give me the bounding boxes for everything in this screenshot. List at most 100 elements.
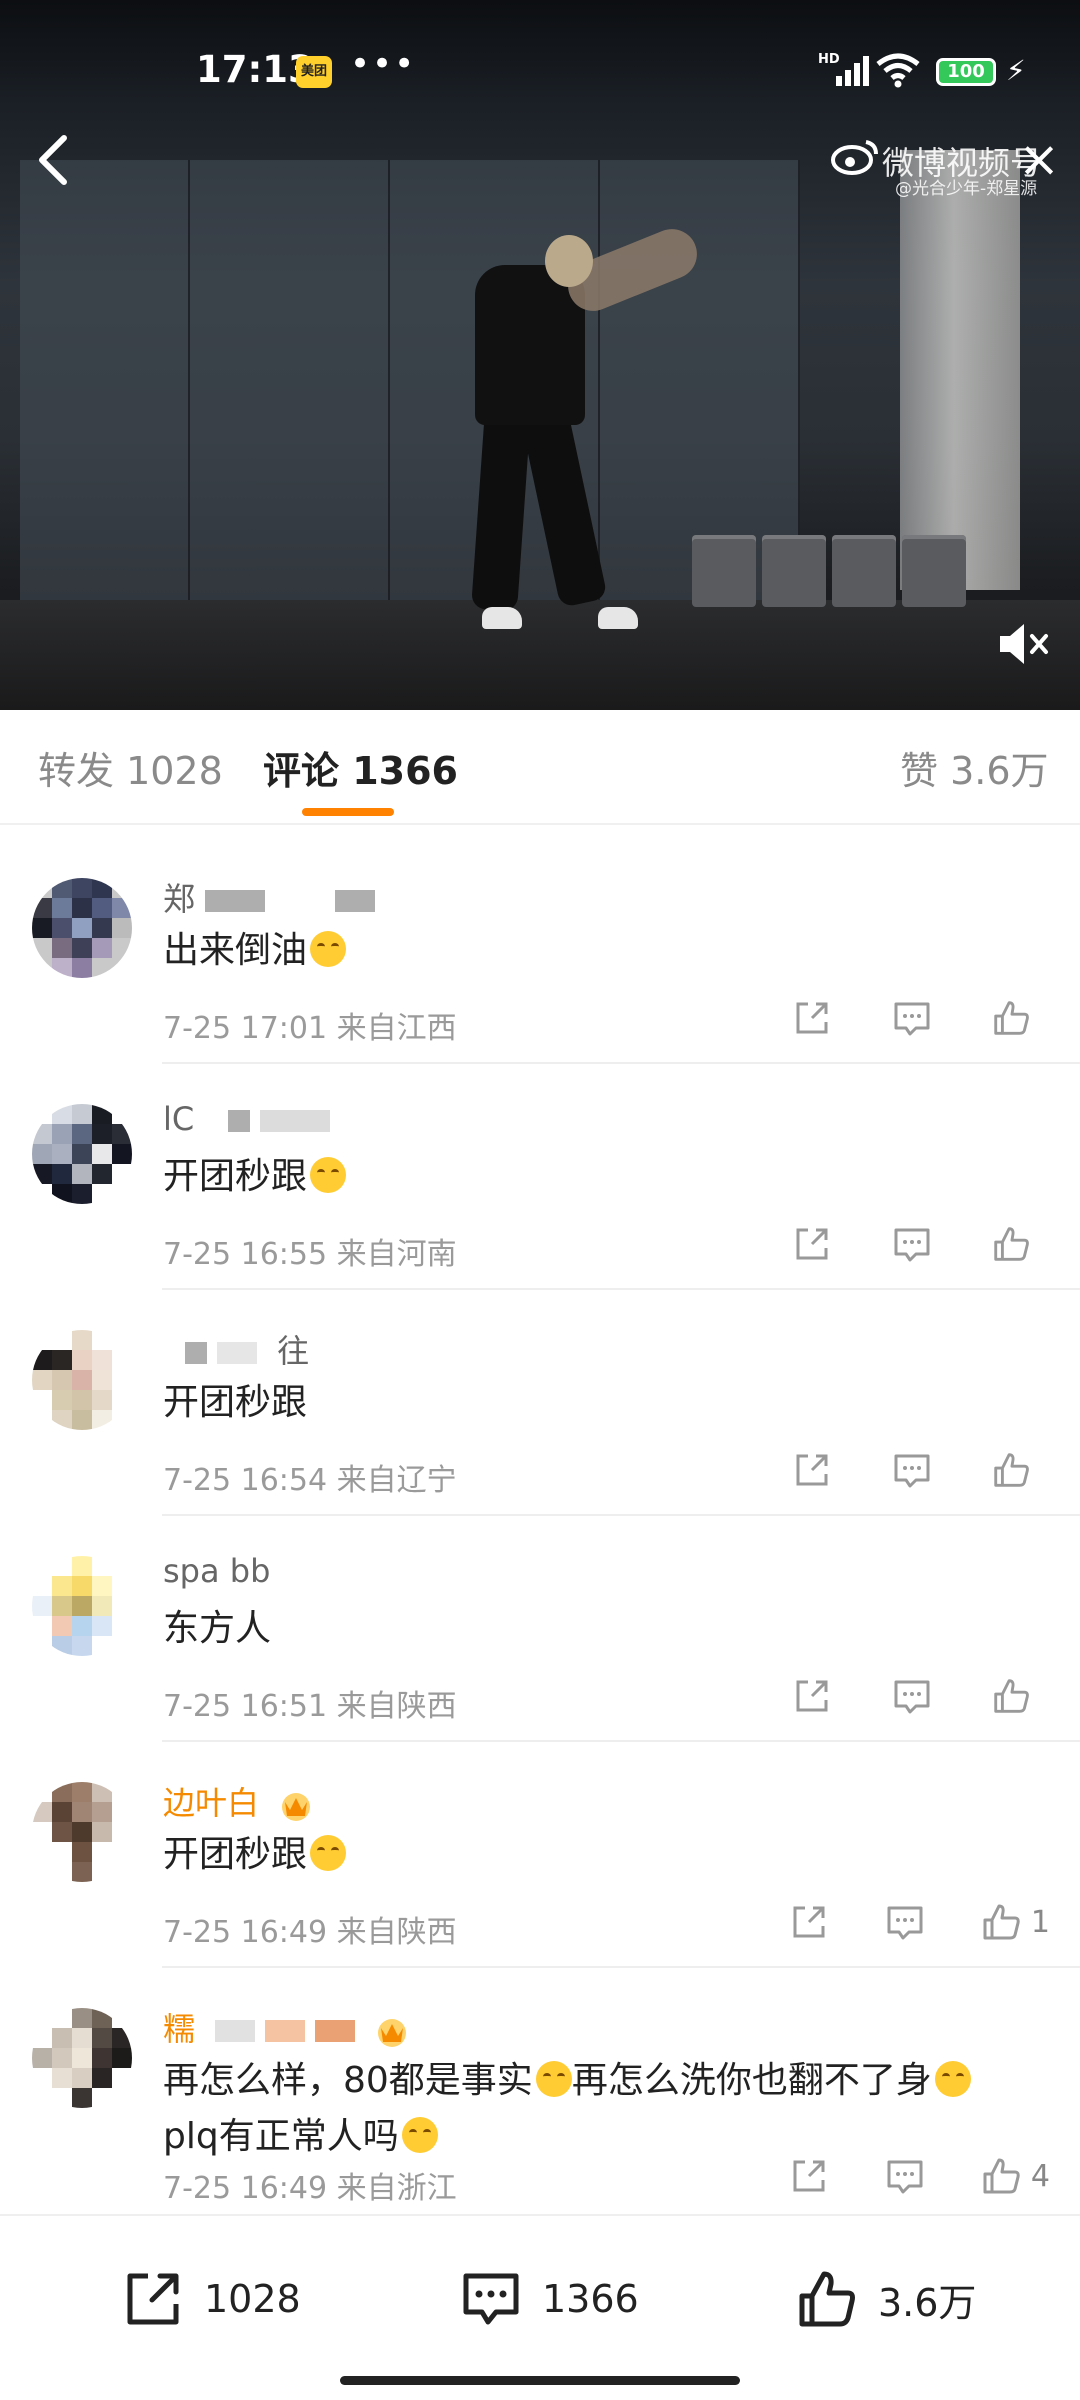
comment-bubble-icon	[463, 2273, 519, 2325]
bottom-repost-button[interactable]: 1028	[120, 2266, 301, 2332]
comment-text: 出来倒油	[163, 923, 1053, 979]
vip-crown-icon	[282, 1793, 311, 1821]
comment-item: 郑 出来倒油 7-25 17:01 来自江西	[0, 838, 1080, 1064]
thumbs-up-icon	[994, 1001, 1029, 1035]
comment-meta: 7-25 16:54 来自辽宁	[163, 1463, 457, 1498]
repost-button[interactable]	[790, 1448, 840, 1492]
avatar[interactable]	[32, 1782, 132, 1882]
dancer-shoe	[598, 607, 638, 629]
reply-button[interactable]	[890, 1674, 940, 1718]
comment-actions	[790, 1222, 1040, 1266]
comment-username[interactable]: 糯	[163, 2004, 411, 2050]
comment-meta: 7-25 16:49 来自浙江	[163, 2171, 457, 2206]
chevron-left-icon[interactable]	[30, 130, 74, 190]
comment-text: 开团秒跟	[163, 1827, 1053, 1883]
thumbs-up-icon	[799, 2271, 855, 2327]
dancer-head	[545, 235, 593, 287]
comment-bubble-icon	[894, 1228, 930, 1262]
comment-text: 开团秒跟	[163, 1149, 1053, 1205]
comment-username[interactable]: 边叶白	[163, 1778, 315, 1824]
comment-item: spa bb 东方人 7-25 16:51 来自陕西	[0, 1516, 1080, 1742]
status-bar: 17:13 美团 ••• HD 100 ⚡	[0, 0, 1080, 130]
comment-item: lC 开团秒跟 7-25 16:55 来自河南	[0, 1064, 1080, 1290]
active-tab-indicator	[302, 808, 394, 816]
bottom-action-bar: 1028 1366 3.6万	[0, 2214, 1080, 2400]
bottom-like-count: 3.6万	[878, 2280, 977, 2325]
share-out-icon	[796, 1002, 828, 1034]
comment-username[interactable]: 郑	[163, 874, 376, 920]
avatar[interactable]	[32, 2008, 132, 2108]
repost-button[interactable]	[787, 1900, 837, 1944]
share-out-icon	[796, 1454, 828, 1486]
screaming-emoji-icon	[310, 1835, 347, 1871]
like-button[interactable]	[990, 996, 1040, 1040]
bottom-repost-count: 1028	[204, 2277, 301, 2321]
meituan-notification-icon: 美团	[296, 56, 332, 88]
like-button[interactable]	[990, 1674, 1040, 1718]
comment-username[interactable]: lC	[163, 1100, 331, 1138]
home-indicator	[340, 2376, 740, 2385]
comment-username[interactable]: 往	[163, 1326, 309, 1372]
reply-button[interactable]	[883, 1900, 933, 1944]
comment-text: 再怎么样，80都是事实 再怎么洗你也翻不了身 plq有正常人吗	[163, 2053, 1053, 2165]
stool	[762, 535, 826, 607]
vip-crown-icon	[378, 2019, 407, 2047]
comment-text: 开团秒跟	[163, 1382, 308, 1423]
share-out-icon	[127, 2273, 179, 2325]
signal-strength-icon	[836, 54, 874, 86]
wall-panel	[190, 160, 390, 600]
avatar[interactable]	[32, 878, 132, 978]
comment-actions	[790, 1674, 1040, 1718]
comment-actions	[790, 996, 1040, 1040]
thumbs-up-icon	[983, 2158, 1020, 2194]
reply-button[interactable]	[883, 2154, 933, 2198]
comment-bubble-icon	[887, 2160, 923, 2194]
bottom-comment-count: 1366	[542, 2277, 639, 2321]
tab-bar: 转发 1028 评论 1366 赞 3.6万	[0, 710, 1080, 825]
like-button[interactable]	[990, 1448, 1040, 1492]
thumbs-up-icon	[994, 1453, 1029, 1487]
thumbs-up-icon	[994, 1679, 1029, 1713]
share-out-icon	[796, 1680, 828, 1712]
comment-list: 郑 出来倒油 7-25 17:01 来自江西 lC 开团秒跟 7-25 16:5…	[0, 838, 1080, 2218]
repost-button[interactable]	[790, 1674, 840, 1718]
repost-button[interactable]	[790, 1222, 840, 1266]
video-player[interactable]: 17:13 美团 ••• HD 100 ⚡ 微博视频号 × @光合少年-郑星源	[0, 0, 1080, 710]
like-button[interactable]: 1	[979, 1900, 1050, 1944]
reply-button[interactable]	[890, 1222, 940, 1266]
tab-comment[interactable]: 评论 1366	[263, 740, 458, 795]
comment-item: 往 开团秒跟 7-25 16:54 来自辽宁	[0, 1290, 1080, 1516]
avatar[interactable]	[32, 1104, 132, 1204]
comment-bubble-icon	[894, 1454, 930, 1488]
reply-button[interactable]	[890, 1448, 940, 1492]
comment-text: 东方人	[163, 1608, 272, 1649]
thinking-emoji-icon	[310, 1157, 347, 1193]
smile-emoji-icon	[310, 931, 347, 967]
stool	[832, 535, 896, 607]
like-button[interactable]: 4	[979, 2154, 1050, 2198]
comment-meta: 7-25 16:55 来自河南	[163, 1237, 457, 1272]
comment-actions: 4	[787, 2154, 1050, 2198]
comment-bubble-icon	[887, 1906, 923, 1940]
bottom-comment-button[interactable]: 1366	[458, 2266, 639, 2332]
like-button[interactable]	[990, 1222, 1040, 1266]
avatar[interactable]	[32, 1330, 132, 1430]
tab-repost[interactable]: 转发 1028	[38, 740, 223, 795]
tab-like[interactable]: 赞 3.6万	[900, 740, 1049, 795]
wifi-icon	[876, 53, 920, 88]
bottom-like-button[interactable]: 3.6万	[794, 2266, 976, 2332]
avatar[interactable]	[32, 1556, 132, 1656]
comment-actions: 1	[787, 1900, 1050, 1944]
comment-username[interactable]: spa bb	[163, 1552, 270, 1590]
repost-button[interactable]	[787, 2154, 837, 2198]
comment-bubble-icon	[894, 1680, 930, 1714]
comment-actions	[790, 1448, 1040, 1492]
reply-button[interactable]	[890, 996, 940, 1040]
like-count: 1	[1030, 1904, 1050, 1940]
comment-meta: 7-25 16:49 来自陕西	[163, 1915, 457, 1950]
repost-button[interactable]	[790, 996, 840, 1040]
laugh-cry-emoji-icon	[934, 2061, 971, 2097]
smile-emoji-icon	[535, 2061, 572, 2097]
speaker-muted-icon[interactable]	[996, 620, 1052, 668]
charging-bolt-icon: ⚡	[1006, 54, 1026, 87]
